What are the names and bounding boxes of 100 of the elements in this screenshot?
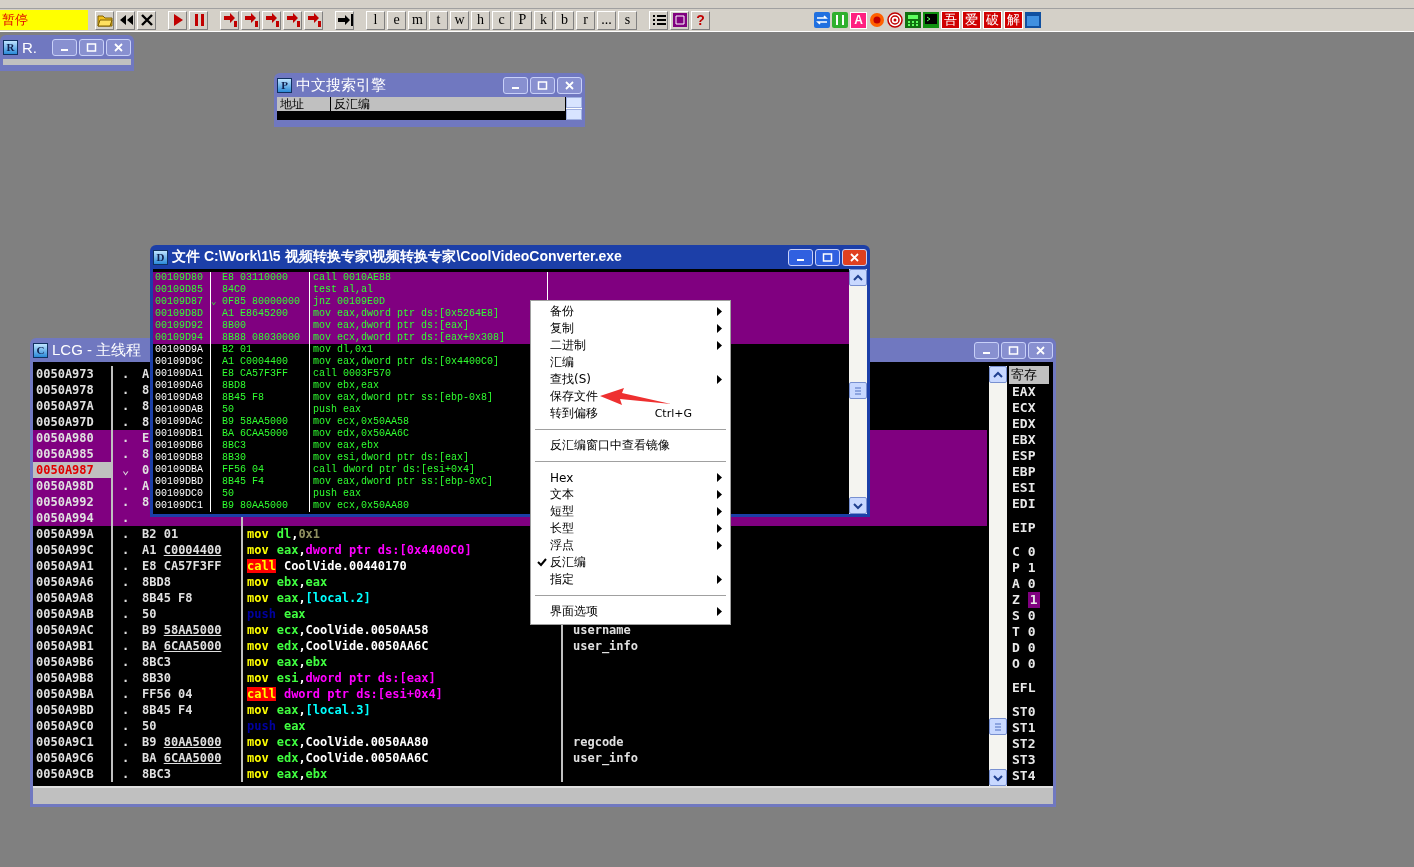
address-cell: 00109D87 [153, 296, 211, 308]
address-cell: 00109D94 [153, 332, 211, 344]
flag-name: Z [1012, 592, 1020, 608]
step-icon[interactable] [262, 10, 281, 30]
minimize-button[interactable] [503, 76, 528, 94]
maximize-button[interactable] [815, 248, 840, 266]
pause-icon[interactable] [832, 12, 848, 28]
flag-value: 0 [1027, 640, 1036, 656]
flag-value: 0 [1027, 656, 1036, 672]
step-icon[interactable] [241, 10, 260, 30]
toolbar-key[interactable]: 解 [1004, 11, 1023, 29]
record-icon[interactable] [869, 12, 885, 28]
address-cell: 0050A973 [33, 366, 113, 382]
close-button[interactable] [842, 248, 867, 266]
toolbar-letter-button[interactable]: c [492, 10, 511, 30]
target-icon[interactable] [887, 12, 903, 28]
address-cell: 0050A9A1 [33, 558, 113, 574]
grid-icon[interactable] [670, 10, 689, 30]
list-icon[interactable] [649, 10, 668, 30]
maximize-button[interactable] [79, 38, 104, 56]
minimize-button[interactable] [52, 38, 77, 56]
toolbar-letter-button[interactable]: e [387, 10, 406, 30]
step-icon[interactable] [304, 10, 323, 30]
maximize-button[interactable] [1001, 341, 1026, 359]
menu-item[interactable]: 长型 [533, 520, 578, 537]
step-icon[interactable] [283, 10, 302, 30]
hex-cell: FF56 04 [138, 686, 243, 702]
jump-mark: . [120, 654, 131, 670]
scroll-thumb[interactable] [849, 382, 867, 399]
address-cell: 0050A980 [33, 430, 113, 446]
hex-cell: 8BC3 [138, 654, 243, 670]
flag-name: S [1012, 608, 1020, 624]
toolbar-key[interactable]: 爱 [962, 11, 981, 29]
scroll-down-button[interactable] [849, 497, 867, 514]
register-name: EIP [1011, 520, 1037, 536]
toolbar-letter-button[interactable]: w [450, 10, 469, 30]
rewind-icon[interactable] [116, 10, 135, 30]
close-button[interactable] [557, 76, 582, 94]
close-button[interactable] [1028, 341, 1053, 359]
toolbar-letter-button[interactable]: A [850, 11, 867, 29]
register-name: EDI [1011, 496, 1037, 512]
toolbar-letter-button[interactable]: h [471, 10, 490, 30]
maximize-icon [822, 251, 833, 263]
register-name: ESI [1011, 480, 1037, 496]
toolbar-letter-button[interactable]: m [408, 10, 427, 30]
step-icon[interactable] [220, 10, 239, 30]
disassembly-cell: mov edx,CoolVide.0050AA6C [243, 638, 563, 654]
menu-item[interactable]: 界面选项 [533, 603, 602, 620]
scroll-down-button[interactable] [989, 769, 1007, 786]
register-name: EFL [1011, 680, 1037, 696]
trace-icon[interactable] [335, 10, 354, 30]
play-icon[interactable] [168, 10, 187, 30]
jump-mark: . [120, 734, 131, 750]
menu-item[interactable]: 反汇编 [533, 554, 590, 571]
address-cell: 00109DB6 [153, 440, 211, 452]
toolbar-letter-button[interactable]: k [534, 10, 553, 30]
close-icon [564, 79, 575, 91]
maximize-button[interactable] [530, 76, 555, 94]
swap-icon[interactable] [814, 12, 830, 28]
toolbar-key[interactable]: 破 [983, 11, 1002, 29]
toolbar-letter-button[interactable]: r [576, 10, 595, 30]
scroll-thumb[interactable] [989, 718, 1007, 735]
address-cell: 00109DC0 [153, 488, 211, 500]
toolbar-letter-button[interactable]: s [618, 10, 637, 30]
terminal-icon[interactable] [923, 12, 939, 28]
folder-icon[interactable] [95, 10, 114, 30]
minimize-button[interactable] [974, 341, 999, 359]
toolbar-letter-button[interactable]: b [555, 10, 574, 30]
address-cell: 00109D85 [153, 284, 211, 296]
address-cell: 0050A97A [33, 398, 113, 414]
address-cell: 0050A97D [33, 414, 113, 430]
scroll-up-button[interactable] [989, 366, 1007, 383]
pause-icon[interactable] [189, 10, 208, 30]
chevron-up-icon [993, 370, 1003, 379]
register-name: EBP [1011, 464, 1037, 480]
hex-cell: B9 80AA5000 [138, 734, 243, 750]
close-icon[interactable] [137, 10, 156, 30]
minimize-icon [797, 259, 804, 261]
menu-item[interactable]: 浮点 [533, 537, 578, 554]
close-button[interactable] [106, 38, 131, 56]
calculator-icon[interactable] [905, 12, 921, 28]
hex-cell: 50 [220, 488, 310, 500]
register-name: ST3 [1011, 752, 1037, 768]
toolbar-letter-button[interactable]: P [513, 10, 532, 30]
address-cell: 0050A99C [33, 542, 113, 558]
jump-mark: . [120, 414, 131, 430]
toolbar-key[interactable]: 吾 [941, 11, 960, 29]
toolbar-letter-button[interactable]: t [429, 10, 448, 30]
toolbar-letter-button[interactable]: l [366, 10, 385, 30]
menu-item[interactable]: 指定 [533, 571, 578, 588]
scroll-up-button[interactable] [849, 269, 867, 286]
address-cell: 00109D80 [153, 272, 211, 284]
toolbar-letter-button[interactable]: ... [597, 10, 616, 30]
help-button[interactable]: ? [691, 10, 710, 30]
address-cell: 0050A992 [33, 494, 113, 510]
register-name: EBX [1011, 432, 1037, 448]
disassembly-cell: push eax [243, 718, 563, 734]
minimize-button[interactable] [788, 248, 813, 266]
jump-mark: . [120, 750, 131, 766]
flag-value: 0 [1027, 544, 1036, 560]
